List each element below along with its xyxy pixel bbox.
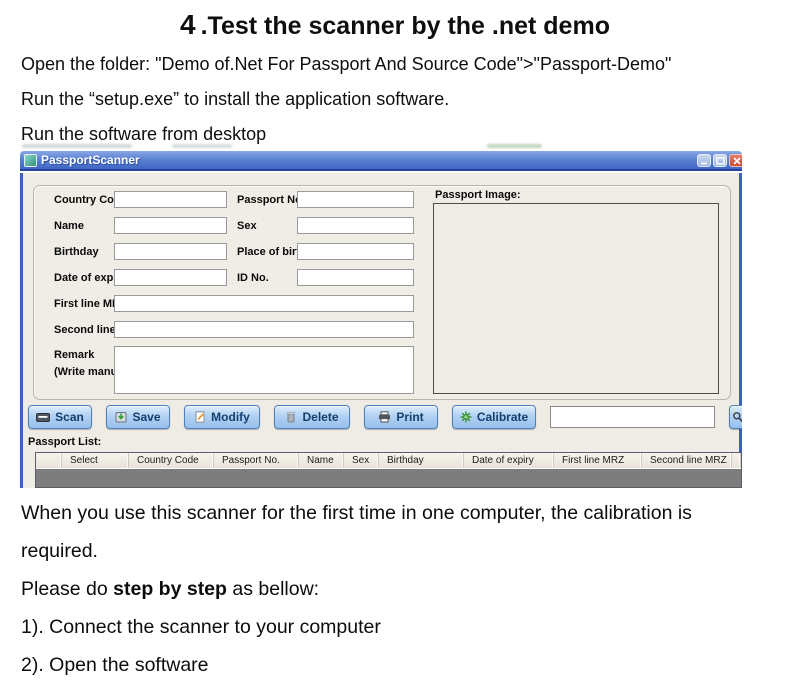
country-code-input[interactable] bbox=[114, 191, 227, 208]
step-bold: step by step bbox=[113, 578, 227, 600]
artifact-smudge bbox=[172, 144, 232, 148]
scanner-icon bbox=[36, 411, 50, 423]
app-icon bbox=[24, 154, 37, 167]
window-titlebar: PassportScanner bbox=[20, 151, 742, 171]
print-icon bbox=[378, 411, 391, 423]
maximize-icon bbox=[716, 157, 725, 165]
save-icon bbox=[115, 411, 127, 423]
first-line-mrz-input[interactable] bbox=[114, 295, 414, 312]
name-input[interactable] bbox=[114, 217, 227, 234]
column-header-overflow bbox=[732, 453, 741, 468]
closing-line-1: When you use this scanner for the first … bbox=[21, 494, 780, 532]
scan-button-label: Scan bbox=[55, 410, 84, 424]
step-prefix: Please do bbox=[21, 578, 113, 600]
passport-image-box bbox=[433, 203, 719, 394]
passport-list-label: Passport List: bbox=[28, 436, 101, 448]
heading-number: 4 bbox=[180, 9, 196, 40]
window-controls bbox=[697, 154, 742, 167]
print-button[interactable]: Print bbox=[364, 405, 438, 429]
scan-button[interactable]: Scan bbox=[28, 405, 92, 429]
closing-line-2: required. bbox=[21, 532, 780, 570]
column-header-country-code[interactable]: Country Code bbox=[129, 453, 214, 468]
date-of-expiry-input[interactable] bbox=[114, 269, 227, 286]
column-header-select[interactable]: Select bbox=[62, 453, 129, 468]
print-button-label: Print bbox=[396, 410, 423, 424]
column-header-selector[interactable] bbox=[36, 453, 62, 468]
form-groupbox: Country Code Passport No. Name Sex Birth… bbox=[33, 185, 731, 400]
calibrate-button-label: Calibrate bbox=[477, 410, 528, 424]
column-header-passport-no[interactable]: Passport No. bbox=[214, 453, 299, 468]
column-header-second-line-mrz[interactable]: Second line MRZ bbox=[642, 453, 732, 468]
delete-button-label: Delete bbox=[302, 410, 338, 424]
search-button[interactable]: Search bbox=[729, 405, 742, 429]
modify-icon bbox=[194, 411, 206, 423]
screenshot-artifact bbox=[22, 143, 722, 150]
modify-button-label: Modify bbox=[211, 410, 250, 424]
instruction-line-1: Open the folder: "Demo of.Net For Passpo… bbox=[21, 53, 780, 76]
remark-label: Remark bbox=[54, 347, 94, 364]
column-header-first-line-mrz[interactable]: First line MRZ bbox=[554, 453, 642, 468]
minimize-icon bbox=[700, 157, 708, 165]
closing-step-2: 2). Open the software bbox=[21, 646, 780, 684]
delete-button[interactable]: Delete bbox=[274, 405, 350, 429]
second-line-mrz-input[interactable] bbox=[114, 321, 414, 338]
modify-button[interactable]: Modify bbox=[184, 405, 260, 429]
close-button[interactable] bbox=[729, 154, 742, 167]
closing-step-line: Please do step by step as bellow: bbox=[21, 570, 780, 608]
birthday-label: Birthday bbox=[54, 244, 99, 261]
step-suffix: as bellow: bbox=[227, 578, 319, 600]
closing-step-1: 1). Connect the scanner to your computer bbox=[21, 608, 780, 646]
passport-table-header: Select Country Code Passport No. Name Se… bbox=[36, 453, 741, 469]
place-of-birth-input[interactable] bbox=[297, 243, 414, 260]
document-page: 4.Test the scanner by the .net demo Open… bbox=[0, 0, 790, 690]
birthday-input[interactable] bbox=[114, 243, 227, 260]
minimize-button[interactable] bbox=[697, 154, 711, 167]
search-input[interactable] bbox=[550, 406, 715, 428]
column-header-sex[interactable]: Sex bbox=[344, 453, 379, 468]
passport-no-label: Passport No. bbox=[237, 192, 305, 209]
save-button[interactable]: Save bbox=[106, 405, 170, 429]
window-title: PassportScanner bbox=[41, 153, 140, 167]
passport-scanner-window: PassportScanner Country Code Passport No… bbox=[20, 151, 742, 488]
sex-label: Sex bbox=[237, 218, 257, 235]
passport-table: Select Country Code Passport No. Name Se… bbox=[35, 452, 742, 488]
calibrate-button[interactable]: Calibrate bbox=[452, 405, 536, 429]
column-header-name[interactable]: Name bbox=[299, 453, 344, 468]
passport-image-label: Passport Image: bbox=[435, 187, 521, 204]
artifact-smudge bbox=[487, 144, 542, 148]
passport-no-input[interactable] bbox=[297, 191, 414, 208]
page-title: 4.Test the scanner by the .net demo bbox=[0, 9, 790, 41]
passport-table-body[interactable] bbox=[36, 469, 741, 488]
column-header-birthday[interactable]: Birthday bbox=[379, 453, 464, 468]
closing-paragraphs: When you use this scanner for the first … bbox=[21, 494, 780, 684]
id-no-input[interactable] bbox=[297, 269, 414, 286]
remark-textarea[interactable] bbox=[114, 346, 414, 394]
instruction-line-2: Run the “setup.exe” to install the appli… bbox=[21, 88, 780, 111]
toolbar: Scan Save Modify Delete Print bbox=[28, 403, 730, 430]
window-client-area: Country Code Passport No. Name Sex Birth… bbox=[20, 173, 742, 488]
calibrate-icon bbox=[460, 411, 472, 423]
save-button-label: Save bbox=[132, 410, 160, 424]
sex-input[interactable] bbox=[297, 217, 414, 234]
close-icon bbox=[733, 157, 741, 165]
search-icon bbox=[732, 411, 742, 423]
heading-text: .Test the scanner by the .net demo bbox=[201, 12, 610, 40]
column-header-date-of-expiry[interactable]: Date of expiry bbox=[464, 453, 554, 468]
delete-icon bbox=[285, 411, 297, 423]
maximize-button[interactable] bbox=[713, 154, 727, 167]
artifact-smudge bbox=[22, 144, 132, 148]
name-label: Name bbox=[54, 218, 84, 235]
id-no-label: ID No. bbox=[237, 270, 269, 287]
